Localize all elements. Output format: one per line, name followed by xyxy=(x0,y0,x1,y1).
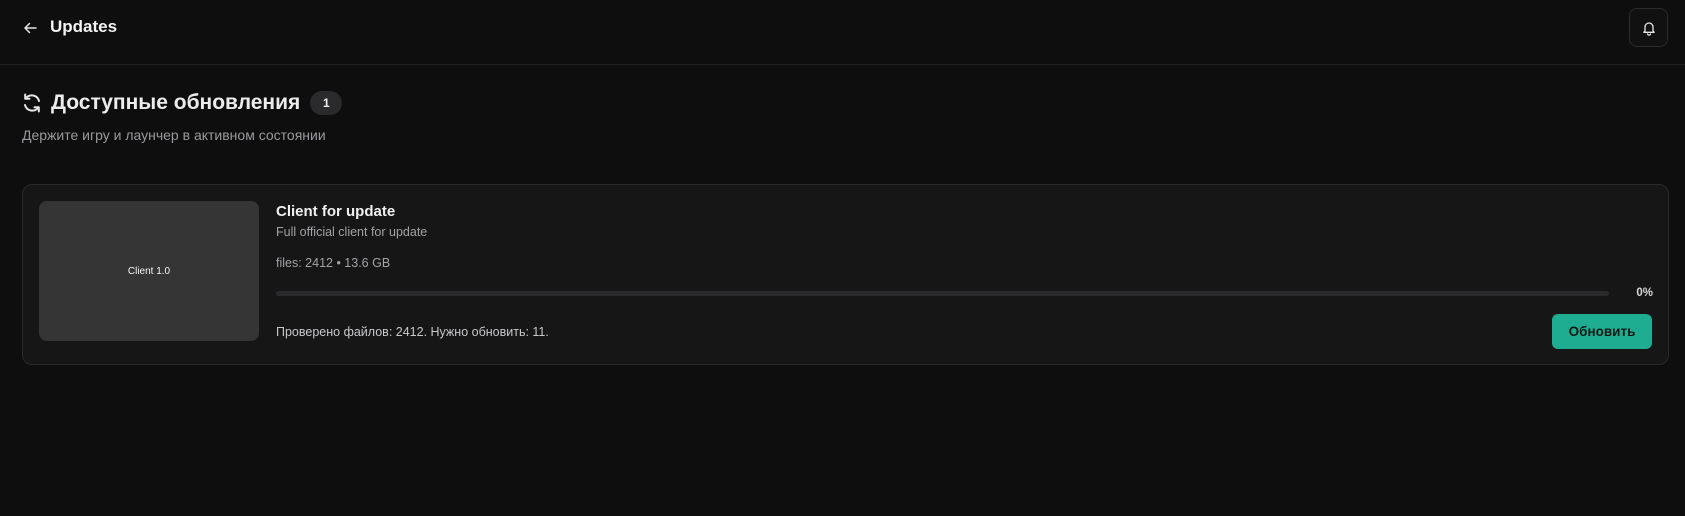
client-thumbnail: Client 1.0 xyxy=(39,201,259,341)
progress-bar xyxy=(276,291,1609,296)
progress-percent: 0% xyxy=(1636,287,1653,299)
update-button[interactable]: Обновить xyxy=(1552,314,1652,349)
notifications-button[interactable] xyxy=(1629,8,1668,47)
update-card: Client 1.0 Client for update Full offici… xyxy=(22,184,1669,365)
update-title: Client for update xyxy=(276,203,396,220)
section-subtitle: Держите игру и лаунчер в активном состоя… xyxy=(22,127,326,143)
section-header: Доступные обновления 1 xyxy=(21,89,343,117)
thumbnail-label: Client 1.0 xyxy=(127,265,171,277)
back-button[interactable] xyxy=(18,16,42,40)
count-badge: 1 xyxy=(310,91,343,115)
update-meta: files: 2412 • 13.6 GB xyxy=(276,256,391,270)
update-status: Проверено файлов: 2412. Нужно обновить: … xyxy=(276,325,549,339)
arrow-left-icon xyxy=(24,22,37,34)
page-title: Updates xyxy=(50,17,118,36)
refresh-icon xyxy=(21,92,43,114)
top-bar: Updates xyxy=(0,0,1685,65)
section-title: Доступные обновления xyxy=(51,91,301,114)
update-description: Full official client for update xyxy=(276,225,428,239)
bell-icon xyxy=(1642,21,1655,36)
